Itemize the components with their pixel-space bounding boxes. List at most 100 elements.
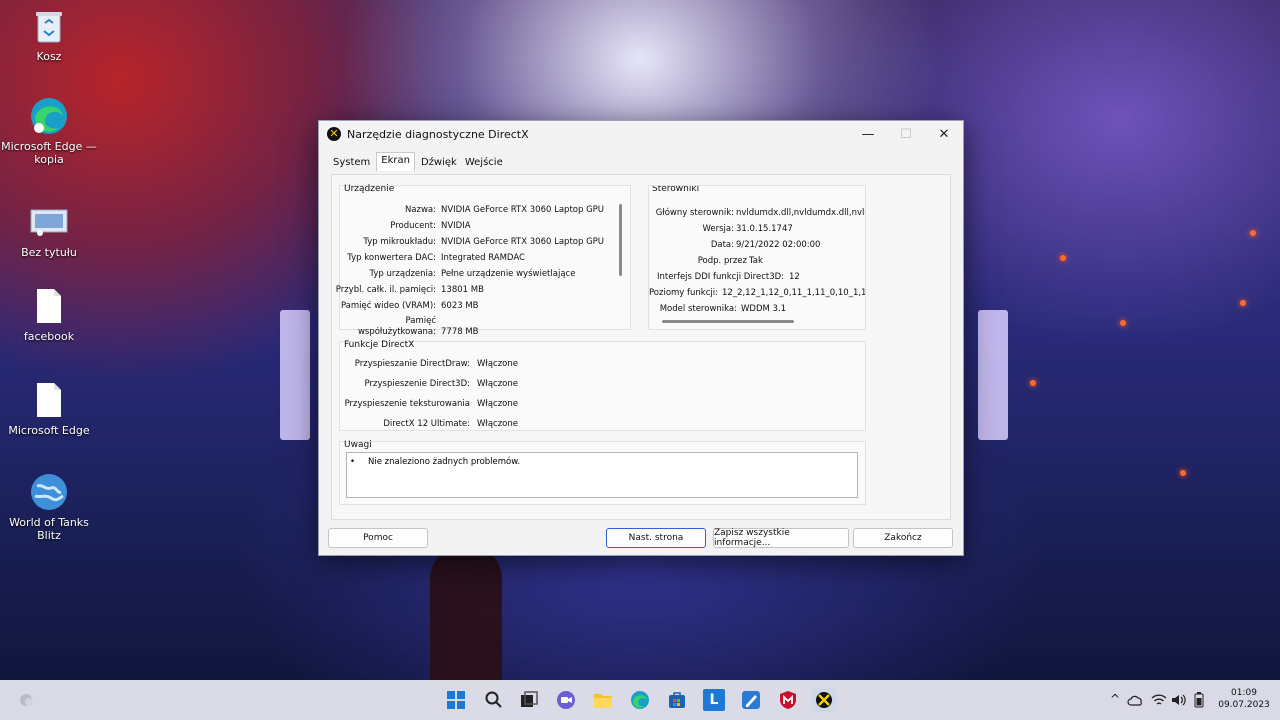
l-app-icon[interactable]: L bbox=[703, 689, 725, 711]
tab-system[interactable]: System bbox=[331, 154, 372, 171]
next-page-button[interactable]: Nast. strona bbox=[606, 528, 706, 548]
field-value: nvldumdx.dll,nvldumdx.dll,nvldum bbox=[736, 208, 865, 218]
save-all-info-button[interactable]: Zapisz wszystkie informacje... bbox=[713, 528, 849, 548]
wallpaper-glow bbox=[1060, 255, 1066, 261]
directx-diagnostic-window: ✕ Narzędzie diagnostyczne DirectX — ☐ ✕ … bbox=[318, 120, 964, 556]
field-value: NVIDIA GeForce RTX 3060 Laptop GPU bbox=[441, 237, 605, 247]
field-label: Typ mikroukładu: bbox=[363, 237, 436, 247]
field-label: DirectX 12 Ultimate: bbox=[383, 419, 470, 429]
tab-dzwiek[interactable]: Dźwięk bbox=[419, 154, 459, 171]
desktop-icon-world-of-tanks[interactable]: World of Tanks Blitz bbox=[1, 472, 97, 542]
field-label: Przybl. całk. il. pamięci: bbox=[335, 285, 436, 295]
desktop-icon-label: Microsoft Edge bbox=[8, 424, 90, 437]
field-label: Nazwa: bbox=[404, 205, 436, 215]
recycle-bin-icon bbox=[29, 6, 69, 46]
field-value: 12 bbox=[789, 272, 800, 282]
wallpaper-decoration bbox=[280, 310, 310, 440]
tab-wejscie[interactable]: Wejście bbox=[463, 154, 505, 171]
field-value: 6023 MB bbox=[441, 301, 479, 311]
image-file-icon bbox=[29, 202, 69, 242]
wallpaper-decoration bbox=[978, 310, 1008, 440]
drivers-group: Sterowniki Główny sterownik: nvldumdx.dll… bbox=[648, 185, 866, 330]
file-explorer-icon[interactable] bbox=[592, 689, 614, 711]
field-label: Interfejs DDI funkcji Direct3D: bbox=[657, 272, 785, 282]
wifi-icon[interactable] bbox=[1150, 689, 1168, 711]
field-value: 9/21/2022 02:00:00 bbox=[736, 240, 821, 250]
globe-icon bbox=[29, 472, 69, 512]
field-value: NVIDIA GeForce RTX 3060 Laptop GPU bbox=[441, 205, 605, 215]
field-value: Włączone bbox=[477, 419, 518, 429]
desktop-icon-microsoft-edge[interactable]: Microsoft Edge bbox=[1, 380, 97, 437]
file-icon bbox=[29, 380, 69, 420]
notes-title: Uwagi bbox=[344, 440, 372, 450]
search-icon[interactable] bbox=[483, 689, 505, 711]
help-button[interactable]: Pomoc bbox=[328, 528, 428, 548]
taskbar: L ^ 01:09 09.07.2023 bbox=[0, 680, 1280, 720]
battery-icon[interactable] bbox=[1190, 689, 1208, 711]
desktop-icon-edge-copy[interactable]: Microsoft Edge — kopia bbox=[1, 96, 97, 166]
desktop-icon-recycle-bin[interactable]: Kosz bbox=[1, 6, 97, 63]
field-label: Pamięć bbox=[405, 316, 437, 326]
desktop-icon-bez-tytulu[interactable]: Bez tytułu bbox=[1, 202, 97, 259]
close-button[interactable]: ✕ bbox=[925, 121, 963, 147]
desktop-icon-label: World of Tanks Blitz bbox=[9, 516, 89, 542]
field-label: Przyspieszenie teksturowania bbox=[344, 399, 470, 409]
store-icon[interactable] bbox=[666, 689, 688, 711]
directx-icon: ✕ bbox=[327, 127, 341, 141]
field-label: współużytkowana: bbox=[357, 327, 436, 337]
tab-ekran[interactable]: Ekran bbox=[376, 152, 415, 171]
edge-icon bbox=[29, 96, 69, 136]
taskbar-clock[interactable]: 01:09 09.07.2023 bbox=[1214, 687, 1274, 711]
window-title: Narzędzie diagnostyczne DirectX bbox=[347, 127, 529, 141]
field-label: Podp. przez bbox=[697, 256, 747, 266]
notes-box[interactable]: • Nie znaleziono żadnych problemów. bbox=[346, 452, 858, 498]
clock-date: 09.07.2023 bbox=[1218, 700, 1270, 710]
field-value: 12_2,12_1,12_0,11_1,11_0,10_1,10_ bbox=[722, 288, 866, 298]
chat-icon[interactable] bbox=[555, 689, 577, 711]
wallpaper-glow bbox=[1250, 230, 1256, 236]
tab-bar: System Ekran Dźwięk Wejście bbox=[331, 152, 509, 171]
directx-icon[interactable] bbox=[812, 688, 836, 712]
device-group: Urządzenie Nazwa: NVIDIA GeForce RTX 3060… bbox=[335, 184, 631, 337]
field-value: WDDM 3.1 bbox=[741, 304, 787, 314]
directx-features-group: Funkcje DirectX Przyspieszanie DirectDra… bbox=[339, 340, 866, 431]
field-label: Przyspieszenie Direct3D: bbox=[364, 379, 470, 389]
field-label: Data: bbox=[710, 240, 734, 250]
maximize-button[interactable]: ☐ bbox=[887, 121, 925, 147]
directx-features-title: Funkcje DirectX bbox=[344, 340, 415, 350]
exit-button[interactable]: Zakończ bbox=[853, 528, 953, 548]
weather-icon[interactable] bbox=[16, 689, 38, 711]
field-label: Pamięć wideo (VRAM): bbox=[340, 301, 436, 311]
wallpaper-glow bbox=[1180, 470, 1186, 476]
desktop-icon-label: Bez tytułu bbox=[21, 246, 77, 259]
field-value: 13801 MB bbox=[441, 285, 484, 295]
notes-text: Nie znaleziono żadnych problemów. bbox=[368, 457, 521, 467]
volume-icon[interactable] bbox=[1170, 689, 1188, 711]
desktop-icon-facebook[interactable]: facebook bbox=[1, 286, 97, 343]
field-label: Typ konwertera DAC: bbox=[347, 253, 436, 263]
edge-icon[interactable] bbox=[629, 689, 651, 711]
windows-start-icon[interactable] bbox=[445, 689, 467, 711]
show-hidden-icons-chevron[interactable]: ^ bbox=[1110, 692, 1120, 706]
ekran-panel: Urządzenie Nazwa: NVIDIA GeForce RTX 3060… bbox=[331, 174, 951, 520]
wallpaper-figure bbox=[430, 545, 502, 685]
minimize-button[interactable]: — bbox=[849, 121, 887, 147]
desktop-icon-label: facebook bbox=[23, 330, 75, 343]
drivers-scrollbar[interactable] bbox=[662, 320, 794, 323]
field-value: NVIDIA bbox=[441, 221, 471, 231]
paint-icon[interactable] bbox=[740, 689, 762, 711]
field-label: Przyspieszanie DirectDraw: bbox=[354, 359, 470, 369]
field-value: Włączone bbox=[477, 379, 518, 389]
device-scrollbar[interactable] bbox=[619, 204, 622, 276]
notes-group: Uwagi • Nie znaleziono żadnych problemów… bbox=[339, 440, 866, 505]
mcafee-icon[interactable] bbox=[777, 689, 799, 711]
onedrive-icon[interactable] bbox=[1126, 689, 1144, 711]
field-value: 31.0.15.1747 bbox=[736, 224, 793, 234]
field-value: Tak bbox=[749, 256, 763, 266]
clock-time: 01:09 bbox=[1231, 688, 1257, 698]
field-label: Poziomy funkcji: bbox=[648, 288, 718, 298]
desktop-icon-label: Microsoft Edge — kopia bbox=[1, 140, 97, 166]
field-label: Typ urządzenia: bbox=[369, 269, 436, 279]
task-view-icon[interactable] bbox=[518, 689, 540, 711]
desktop-icon-label: Kosz bbox=[36, 50, 62, 63]
